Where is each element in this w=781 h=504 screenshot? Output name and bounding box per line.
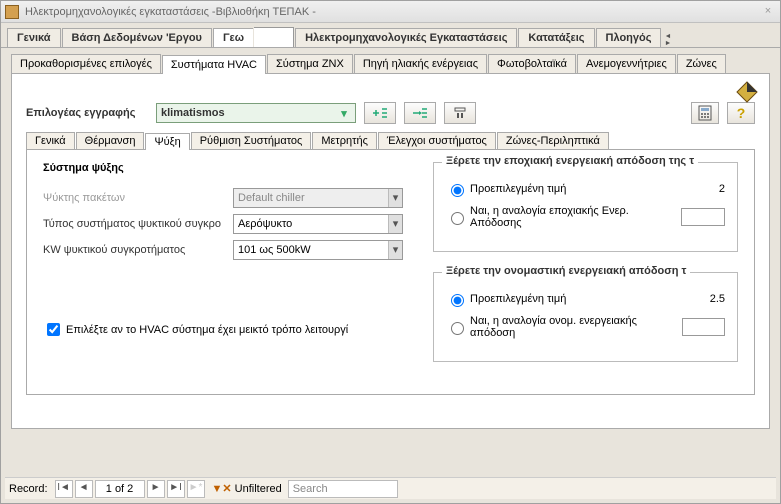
innertab-sys-checks[interactable]: Έλεγχοι συστήματος <box>378 132 496 149</box>
app-window: Ηλεκτρομηχανολογικές εγκαταστάσεις -Βιβλ… <box>0 0 781 504</box>
filter-status[interactable]: Unfiltered <box>235 483 282 495</box>
mixed-mode-checkbox[interactable] <box>47 323 60 336</box>
nominal-title: Ξέρετε την ονομαστική ενεργειακή απόδοση… <box>442 265 690 277</box>
chevron-down-icon: ▾ <box>388 241 402 259</box>
titlebar: Ηλεκτρομηχανολογικές εγκαταστάσεις -Βιβλ… <box>1 1 780 23</box>
seasonal-default-radio[interactable] <box>451 184 464 197</box>
tab-scroll-arrows[interactable]: ◄ ► <box>664 33 671 47</box>
chiller-type-combo[interactable]: Αερόψυκτο ▾ <box>233 214 403 234</box>
record-selector-combo[interactable]: klimatismos ▾ <box>156 103 356 123</box>
panel-logo-icon <box>735 80 759 104</box>
inner-tab-strip: Γενικά Θέρμανση Ψύξη Ρύθμιση Συστήματος … <box>26 132 755 150</box>
mixed-mode-label: Επιλέξτε αν το HVAC σύστημα έχει μεικτό … <box>66 324 348 336</box>
chevron-down-icon: ▾ <box>388 189 402 207</box>
subtab-hvac[interactable]: Συστήματα HVAC <box>162 55 266 74</box>
tab-wizard[interactable]: Πλοηγός <box>596 28 662 47</box>
pack-chiller-value: Default chiller <box>238 192 305 204</box>
new-record-button[interactable] <box>364 102 396 124</box>
subtab-presets[interactable]: Προκαθορισμένες επιλογές <box>11 54 161 73</box>
pack-chiller-combo: Default chiller ▾ <box>233 188 403 208</box>
help-button[interactable]: ? <box>727 102 755 124</box>
tab-geo-input[interactable] <box>254 27 294 47</box>
subtab-zones[interactable]: Ζώνες <box>677 54 726 73</box>
help-icon: ? <box>737 105 746 121</box>
app-icon <box>5 5 19 19</box>
subtab-znx[interactable]: Σύστημα ΖΝΧ <box>267 54 353 73</box>
nav-position[interactable]: 1 of 2 <box>95 480 145 498</box>
nominal-default-value: 2.5 <box>685 293 725 305</box>
nav-first-button[interactable]: I◄ <box>55 480 73 498</box>
nominal-ratio-radio[interactable] <box>451 322 464 335</box>
tab-geo[interactable]: Γεω <box>213 28 253 47</box>
tab-scroll-left-icon[interactable]: ◄ <box>664 33 671 40</box>
subtab-pv[interactable]: Φωτοβολταϊκά <box>488 54 576 73</box>
seasonal-default-label: Προεπιλεγμένη τιμή <box>470 183 566 195</box>
hvac-panel: Επιλογέας εγγραφής klimatismos ▾ <box>11 74 770 429</box>
seasonal-title: Ξέρετε την εποχιακή ενεργειακή απόδοση τ… <box>442 155 698 167</box>
filter-icon: ▼✕ <box>212 482 232 495</box>
chiller-type-value: Αερόψυκτο <box>238 218 292 230</box>
cooling-section-title: Σύστημα ψύξης <box>43 162 423 174</box>
duplicate-record-button[interactable] <box>404 102 436 124</box>
sub-tab-strip: Προκαθορισμένες επιλογές Συστήματα HVAC … <box>11 54 770 74</box>
nav-last-button[interactable]: ►I <box>167 480 185 498</box>
delete-record-button[interactable] <box>444 102 476 124</box>
tab-scroll-right-icon[interactable]: ► <box>664 40 671 47</box>
calculator-button[interactable] <box>691 102 719 124</box>
nominal-ratio-input[interactable] <box>682 318 725 336</box>
new-record-icon <box>372 106 388 120</box>
innertab-system-reg[interactable]: Ρύθμιση Συστήματος <box>191 132 312 149</box>
close-icon[interactable]: × <box>760 4 776 20</box>
record-selector-value: klimatismos <box>161 107 225 119</box>
nav-prev-button[interactable]: ◄ <box>75 480 93 498</box>
subtab-solar[interactable]: Πηγή ηλιακής ενέργειας <box>354 54 487 73</box>
chevron-down-icon: ▾ <box>337 107 351 120</box>
nominal-groupbox: Ξέρετε την ονομαστική ενεργειακή απόδοση… <box>433 272 738 362</box>
innertab-meter[interactable]: Μετρητής <box>312 132 377 149</box>
chevron-down-icon: ▾ <box>388 215 402 233</box>
seasonal-ratio-radio[interactable] <box>451 212 464 225</box>
seasonal-groupbox: Ξέρετε την εποχιακή ενεργειακή απόδοση τ… <box>433 162 738 252</box>
nav-new-button[interactable]: ►* <box>187 480 205 498</box>
innertab-general[interactable]: Γενικά <box>26 132 75 149</box>
nominal-ratio-label: Ναι, η αναλογία ονομ. ενεργειακής απόδοσ… <box>470 315 682 339</box>
innertab-cooling[interactable]: Ψύξη <box>145 133 189 150</box>
tab-rankings[interactable]: Κατατάξεις <box>518 28 594 47</box>
chiller-type-label: Τύπος συστήματος ψυκτικού συγκρο <box>43 218 233 230</box>
tab-mep[interactable]: Ηλεκτρομηχανολογικές Εγκαταστάσεις <box>295 28 517 47</box>
record-selector-label: Επιλογέας εγγραφής <box>26 107 156 119</box>
calculator-icon <box>698 105 712 121</box>
seasonal-ratio-label: Ναι, η αναλογία εποχιακής Ενερ. Απόδοσης <box>470 205 681 229</box>
kw-combo[interactable]: 101 ως 500kW ▾ <box>233 240 403 260</box>
record-navigator: Record: I◄ ◄ 1 of 2 ► ►I ►* ▼✕ Unfiltere… <box>5 477 776 499</box>
tab-project-db[interactable]: Βάση Δεδομένων 'Εργου <box>62 28 212 47</box>
window-title: Ηλεκτρομηχανολογικές εγκαταστάσεις -Βιβλ… <box>25 6 316 18</box>
seasonal-default-value: 2 <box>685 183 725 195</box>
nominal-default-radio[interactable] <box>451 294 464 307</box>
record-label: Record: <box>9 483 48 495</box>
duplicate-record-icon <box>412 106 428 120</box>
innertab-heating[interactable]: Θέρμανση <box>76 132 145 149</box>
delete-record-icon <box>452 106 468 120</box>
innertab-zones-summary[interactable]: Ζώνες-Περιληπτικά <box>497 132 609 149</box>
kw-value: 101 ως 500kW <box>238 244 311 256</box>
main-tab-strip: Γενικά Βάση Δεδομένων 'Εργου Γεω Ηλεκτρο… <box>1 23 780 48</box>
nominal-default-label: Προεπιλεγμένη τιμή <box>470 293 566 305</box>
kw-label: KW ψυκτικού συγκροτήματος <box>43 244 233 256</box>
search-input[interactable]: Search <box>288 480 398 498</box>
pack-chiller-label: Ψύκτης πακέτων <box>43 192 233 204</box>
seasonal-ratio-input[interactable] <box>681 208 725 226</box>
subtab-wind[interactable]: Ανεμογεννήτριες <box>577 54 676 73</box>
tab-general[interactable]: Γενικά <box>7 28 61 47</box>
nav-next-button[interactable]: ► <box>147 480 165 498</box>
cooling-panel: Σύστημα ψύξης Ψύκτης πακέτων Default chi… <box>26 150 755 395</box>
